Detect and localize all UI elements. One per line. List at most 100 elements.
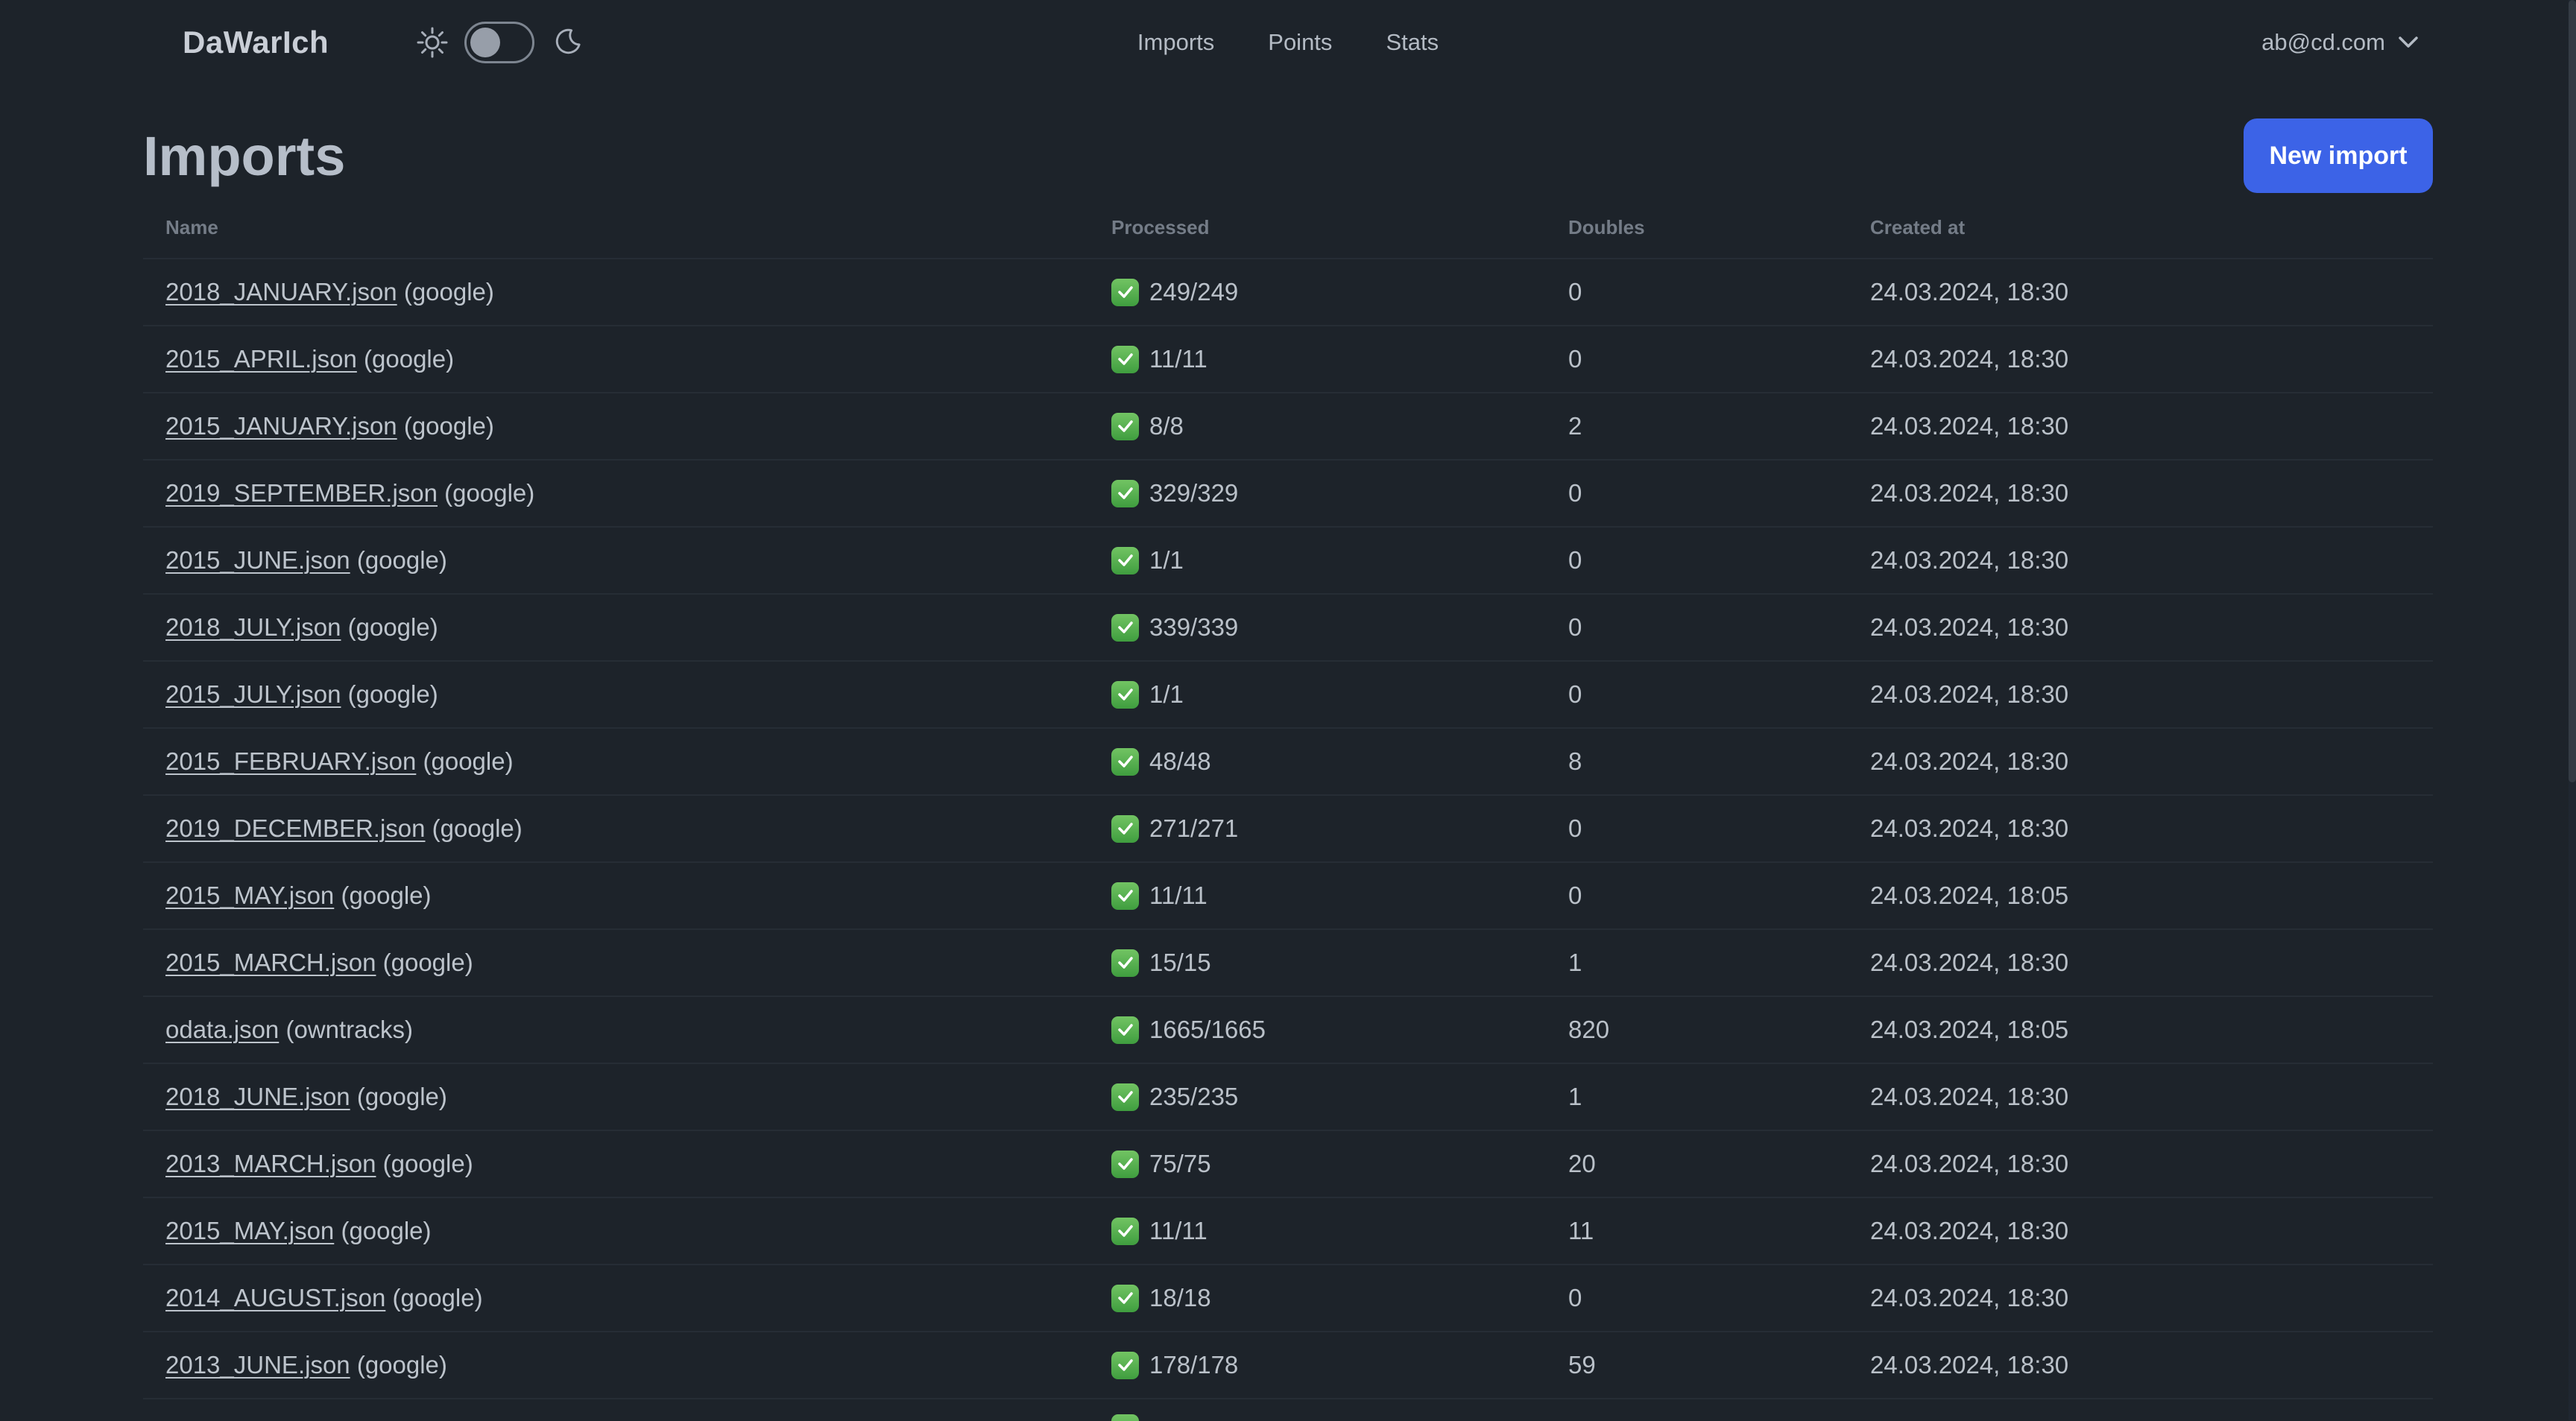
created-at-value: 24.03.2024, 18:30 [1870, 412, 2069, 440]
processed-cell [1111, 1399, 1568, 1421]
theme-toggle[interactable] [464, 22, 535, 63]
processed-cell: 1/1 [1111, 546, 1568, 575]
file-source: (owntracks) [279, 1016, 413, 1043]
file-source: (google) [350, 546, 447, 574]
success-check-icon [1111, 345, 1139, 373]
file-link[interactable]: odata.json [165, 1016, 279, 1043]
success-check-icon [1111, 1083, 1139, 1111]
nav-link-stats[interactable]: Stats [1386, 29, 1439, 56]
page-title: Imports [143, 124, 346, 187]
new-import-button[interactable]: New import [2244, 118, 2433, 193]
name-cell: 2015_MAY.json (google) [165, 882, 1111, 910]
doubles-value: 0 [1568, 882, 1582, 909]
name-cell: 2019_DECEMBER.json (google) [165, 814, 1111, 843]
processed-cell: 15/15 [1111, 949, 1568, 977]
success-check-icon [1111, 1351, 1139, 1379]
processed-cell: 1665/1665 [1111, 1016, 1568, 1044]
file-link[interactable]: 2015_APRIL.json [165, 345, 357, 373]
processed-cell: 329/329 [1111, 479, 1568, 507]
table-row: 2013_MARCH.json (google) 75/75 20 24.03.… [143, 1131, 2433, 1198]
file-link[interactable]: 2019_DECEMBER.json [165, 814, 426, 842]
nav-link-imports[interactable]: Imports [1137, 29, 1214, 56]
file-link[interactable]: 2018_JUNE.json [165, 1083, 350, 1110]
created-at-value: 24.03.2024, 18:30 [1870, 814, 2069, 842]
table-row: 2019_SEPTEMBER.json (google) 329/329 0 2… [143, 461, 2433, 528]
file-link[interactable]: 2013_JUNE.json [165, 1351, 350, 1379]
file-link[interactable]: 2015_MAY.json [165, 882, 334, 909]
name-cell: 2019_SEPTEMBER.json (google) [165, 479, 1111, 507]
file-link[interactable]: 2018_JANUARY.json [165, 278, 397, 306]
file-source: (google) [376, 949, 473, 976]
scrollbar-thumb[interactable] [2569, 0, 2576, 782]
file-link[interactable]: 2014_AUGUST.json [165, 1284, 385, 1311]
created-at-value: 24.03.2024, 18:05 [1870, 882, 2069, 909]
doubles-value: 11 [1568, 1217, 1594, 1244]
file-link[interactable]: 2019_SEPTEMBER.json [165, 479, 438, 507]
table-row: odata.json (owntracks) 1665/1665 820 24.… [143, 997, 2433, 1064]
processed-cell: 11/11 [1111, 882, 1568, 910]
table-row: 2014_AUGUST.json (google) 18/18 0 24.03.… [143, 1265, 2433, 1332]
page-head: Imports New import [143, 115, 2433, 197]
file-link[interactable]: 2015_MAY.json [165, 1217, 334, 1244]
file-source: (google) [350, 1351, 447, 1379]
table-row: 2015_JANUARY.json (google) 8/8 2 24.03.2… [143, 393, 2433, 461]
created-at-value: 24.03.2024, 18:30 [1870, 949, 2069, 976]
file-link[interactable]: 2015_JANUARY.json [165, 412, 397, 440]
created-at-value: 24.03.2024, 18:30 [1870, 613, 2069, 641]
imports-table: Name Processed Doubles Created at 2018_J… [143, 197, 2433, 1421]
table-row: 2015_APRIL.json (google) 11/11 0 24.03.2… [143, 326, 2433, 393]
table-row: 2015_FEBRUARY.json (google) 48/48 8 24.0… [143, 729, 2433, 796]
user-menu[interactable]: ab@cd.com [2261, 29, 2418, 56]
doubles-value: 0 [1568, 278, 1582, 306]
created-at-value: 24.03.2024, 18:30 [1870, 479, 2069, 507]
doubles-value: 8 [1568, 747, 1582, 775]
name-cell: 2015_JANUARY.json (google) [165, 412, 1111, 440]
table-header-row: Name Processed Doubles Created at [143, 197, 2433, 259]
name-cell: 2015_JUNE.json (google) [165, 546, 1111, 575]
success-check-icon [1111, 747, 1139, 776]
table-row: 2018_JUNE.json (google) 235/235 1 24.03.… [143, 1064, 2433, 1131]
table-body: 2018_JANUARY.json (google) 249/249 0 24.… [143, 259, 2433, 1421]
app-logo[interactable]: DaWarIch [183, 25, 329, 60]
file-link[interactable]: 2018_JULY.json [165, 613, 341, 641]
processed-cell: 235/235 [1111, 1083, 1568, 1111]
file-link[interactable]: 2015_JULY.json [165, 680, 341, 708]
name-cell: 2018_JULY.json (google) [165, 613, 1111, 642]
file-source: (google) [356, 345, 455, 373]
nav-link-points[interactable]: Points [1268, 29, 1332, 56]
name-cell: 2018_JANUARY.json (google) [165, 278, 1111, 306]
table-row: 2013_JUNE.json (google) 178/178 59 24.03… [143, 1332, 2433, 1399]
column-header-name: Name [165, 215, 218, 238]
doubles-value: 0 [1568, 345, 1582, 373]
file-link[interactable]: 2015_FEBRUARY.json [165, 747, 416, 775]
processed-count: 1665/1665 [1149, 1016, 1266, 1043]
processed-cell: 11/11 [1111, 1217, 1568, 1245]
main-content: Imports New import Name Processed Double… [143, 115, 2433, 1421]
success-check-icon [1111, 613, 1139, 642]
created-at-value: 24.03.2024, 18:05 [1870, 1016, 2069, 1043]
doubles-value: 0 [1568, 1284, 1582, 1311]
file-link[interactable]: 2013_MARCH.json [165, 1150, 376, 1177]
success-check-icon [1111, 1150, 1139, 1178]
processed-count: 75/75 [1149, 1150, 1211, 1177]
doubles-value: 1 [1568, 1083, 1582, 1110]
file-link[interactable]: 2015_MARCH.json [165, 949, 376, 976]
name-cell: odata.json (owntracks) [165, 1016, 1111, 1044]
name-cell: 2015_JULY.json (google) [165, 680, 1111, 709]
created-at-value: 24.03.2024, 18:30 [1870, 1284, 2069, 1311]
moon-icon [551, 27, 582, 58]
processed-cell: 11/11 [1111, 345, 1568, 373]
processed-count: 11/11 [1149, 882, 1208, 909]
created-at-value: 24.03.2024, 18:30 [1870, 1351, 2069, 1379]
name-cell: 2015_APRIL.json (google) [165, 345, 1111, 373]
processed-cell: 48/48 [1111, 747, 1568, 776]
file-source: (google) [416, 747, 514, 775]
file-source: (google) [334, 1217, 432, 1244]
processed-count: 235/235 [1149, 1083, 1239, 1110]
file-link[interactable]: 2015_JUNE.json [165, 546, 350, 574]
success-check-icon [1111, 278, 1139, 306]
processed-count: 1/1 [1149, 546, 1184, 574]
name-cell: 2015_MAY.json (google) [165, 1217, 1111, 1245]
column-header-processed: Processed [1111, 215, 1210, 238]
name-cell: 2018_JUNE.json (google) [165, 1083, 1111, 1111]
